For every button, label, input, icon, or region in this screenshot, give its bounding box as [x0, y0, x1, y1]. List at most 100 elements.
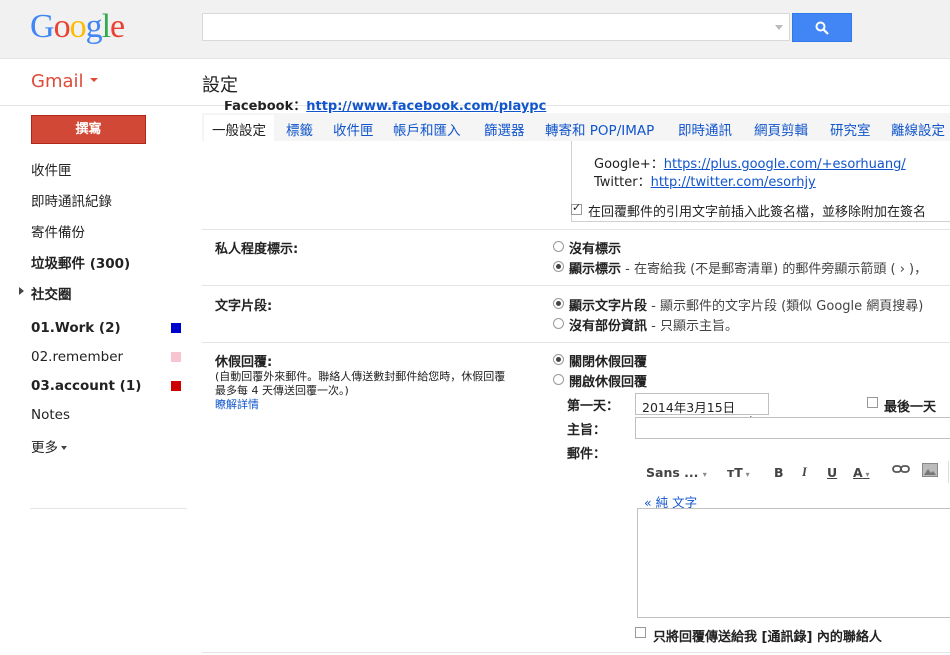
contacts-only-checkbox[interactable]	[635, 627, 646, 638]
logo-letter: g	[85, 8, 103, 45]
contacts-only-label: 只將回覆傳送給我 [通訊錄] 內的聯絡人	[653, 630, 882, 645]
privacy-show-label: 顯示標示 - 在寄給我 (不是郵寄清單) 的郵件旁顯示箭頭 ( › )，	[569, 258, 927, 277]
tab-forwarding[interactable]: 轉寄和 POP/IMAP	[545, 119, 654, 139]
tab-offline[interactable]: 離線設定	[891, 119, 945, 139]
vacation-off-radio[interactable]	[553, 354, 564, 365]
learn-more-link[interactable]: 瞭解詳情	[215, 398, 259, 411]
privacy-none-label: 沒有標示	[569, 242, 622, 257]
gmail-label: Gmail	[31, 71, 84, 92]
toolbar-divider	[948, 461, 949, 483]
underline-icon[interactable]: U	[827, 465, 837, 480]
vacation-label: 休假回覆:	[215, 355, 273, 370]
privacy-show-title: 顯示標示	[569, 262, 622, 277]
last-day-checkbox[interactable]	[867, 397, 878, 408]
tab-inbox[interactable]: 收件匣	[333, 119, 374, 139]
label-color-swatch[interactable]	[171, 381, 181, 391]
message-label: 郵件：	[567, 447, 607, 462]
top-header: Google	[0, 0, 950, 59]
settings-tabs: Facebook：http://www.facebook.com/playpc …	[202, 101, 950, 145]
label-color-swatch[interactable]	[171, 323, 181, 333]
logo-letter: o	[53, 8, 71, 45]
image-icon[interactable]	[922, 463, 938, 480]
insert-signature-label: 在回覆郵件的引用文字前插入此簽名檔，並移除附加在簽名	[588, 205, 927, 220]
last-day-label: 最後一天	[884, 400, 937, 415]
sidebar-item-label-work[interactable]: 01.Work (2)	[31, 320, 121, 336]
snippets-none-label: 沒有部份資訊 - 只顯示主旨。	[569, 315, 738, 334]
snippets-none-radio[interactable]	[553, 318, 564, 329]
privacy-none-radio[interactable]	[553, 241, 564, 252]
app-bar: Gmail 設定	[0, 59, 950, 106]
google-logo[interactable]: Google	[30, 8, 125, 46]
tab-labs[interactable]: 研究室	[830, 119, 871, 139]
logo-letter: G	[30, 8, 55, 45]
sidebar-item-spam[interactable]: 垃圾郵件 (300)	[31, 252, 130, 272]
vacation-on-radio[interactable]	[553, 374, 564, 385]
snippets-show-radio[interactable]	[553, 298, 564, 309]
signature-line-twitter: Twitter：http://twitter.com/esorhjy	[594, 171, 816, 190]
search-icon	[815, 21, 829, 35]
privacy-show-desc: - 在寄給我 (不是郵寄清單) 的郵件旁顯示箭頭 ( › )，	[621, 262, 928, 277]
row-divider	[202, 229, 950, 230]
sidebar-item-more[interactable]: 更多	[31, 436, 67, 456]
tab-web-clips[interactable]: 網頁剪輯	[754, 119, 808, 139]
compose-button[interactable]: 撰寫	[31, 115, 146, 144]
message-body-editor[interactable]	[637, 508, 950, 618]
vacation-off-label: 關閉休假回覆	[569, 355, 648, 370]
sidebar-item-label-account[interactable]: 03.account (1)	[31, 378, 141, 394]
tab-chat[interactable]: 即時通訊	[678, 119, 732, 139]
vacation-desc-line: 最多每 4 天傳送回覆一次。)	[215, 384, 349, 397]
tab-general[interactable]: 一般設定	[204, 115, 274, 145]
sidebar-item-circles[interactable]: 社交圈	[31, 283, 72, 303]
facebook-link[interactable]: http://www.facebook.com/playpc	[306, 101, 546, 113]
search-input[interactable]	[202, 13, 790, 41]
row-divider	[202, 285, 950, 286]
label-color-swatch[interactable]	[171, 352, 181, 362]
search-options-dropdown-icon[interactable]	[775, 25, 783, 30]
expand-arrow-icon[interactable]	[19, 287, 24, 295]
first-day-label: 第一天：	[567, 399, 620, 414]
first-day-input[interactable]: 2014年3月15日	[635, 393, 769, 415]
snippets-show-label: 顯示文字片段 - 顯示郵件的文字片段 (類似 Google 網頁搜尋)	[569, 295, 923, 314]
more-label: 更多	[31, 440, 58, 456]
logo-letter: e	[110, 8, 125, 45]
vacation-desc-line: (自動回覆外來郵件。聯絡人傳送數封郵件給您時，休假回覆	[215, 370, 506, 383]
row-divider	[202, 342, 950, 343]
page-title: 設定	[202, 75, 238, 96]
message-editor-toolbar: Sans ... ▾ тT ▾ B I U A ▾	[637, 457, 950, 487]
signature-line-facebook: Facebook：http://www.facebook.com/playpc	[224, 101, 724, 113]
privacy-show-radio[interactable]	[553, 261, 564, 272]
signature-line-googleplus: Google+：https://plus.google.com/+esorhua…	[594, 153, 906, 172]
subject-label: 主旨：	[567, 423, 607, 438]
twitter-link[interactable]: http://twitter.com/esorhjy	[651, 175, 816, 190]
sidebar-item-sent[interactable]: 寄件備份	[31, 221, 85, 241]
italic-icon[interactable]: I	[802, 465, 807, 480]
chevron-down-icon	[61, 446, 67, 450]
insert-signature-checkbox[interactable]	[571, 201, 582, 215]
vacation-description: (自動回覆外來郵件。聯絡人傳送數封郵件給您時，休假回覆 最多每 4 天傳送回覆一…	[215, 370, 505, 412]
tab-filters[interactable]: 篩選器	[484, 119, 525, 139]
font-size-icon[interactable]: тT ▾	[727, 465, 750, 480]
snippets-label: 文字片段:	[215, 299, 273, 314]
link-icon[interactable]	[892, 463, 910, 478]
tab-labels[interactable]: 標籤	[286, 119, 313, 139]
subject-input[interactable]	[635, 417, 950, 439]
snippets-show-title: 顯示文字片段	[569, 299, 648, 314]
sidebar-item-label-notes[interactable]: Notes	[31, 407, 70, 423]
snippets-show-desc: - 顯示郵件的文字片段 (類似 Google 網頁搜尋)	[647, 299, 924, 314]
font-family-dropdown[interactable]: Sans ... ▾	[646, 465, 707, 480]
vacation-on-label: 開啟休假回覆	[569, 375, 648, 390]
sidebar-item-inbox[interactable]: 收件匣	[31, 159, 72, 179]
signature-googleplus-label: Google+：	[594, 157, 664, 172]
gmail-app-switcher[interactable]: Gmail	[31, 71, 98, 92]
tab-accounts[interactable]: 帳戶和匯入	[393, 119, 461, 139]
logo-letter: l	[101, 8, 112, 45]
logo-letter: o	[69, 8, 87, 45]
bold-icon[interactable]: B	[774, 465, 784, 480]
text-color-icon[interactable]: A ▾	[853, 465, 870, 480]
sidebar-divider	[30, 508, 187, 509]
sidebar-item-chats[interactable]: 即時通訊紀錄	[31, 190, 112, 210]
sidebar-item-label-remember[interactable]: 02.remember	[31, 349, 123, 365]
privacy-indicators-label: 私人程度標示:	[215, 242, 299, 257]
search-button[interactable]	[792, 13, 852, 42]
googleplus-link[interactable]: https://plus.google.com/+esorhuang/	[664, 157, 906, 172]
